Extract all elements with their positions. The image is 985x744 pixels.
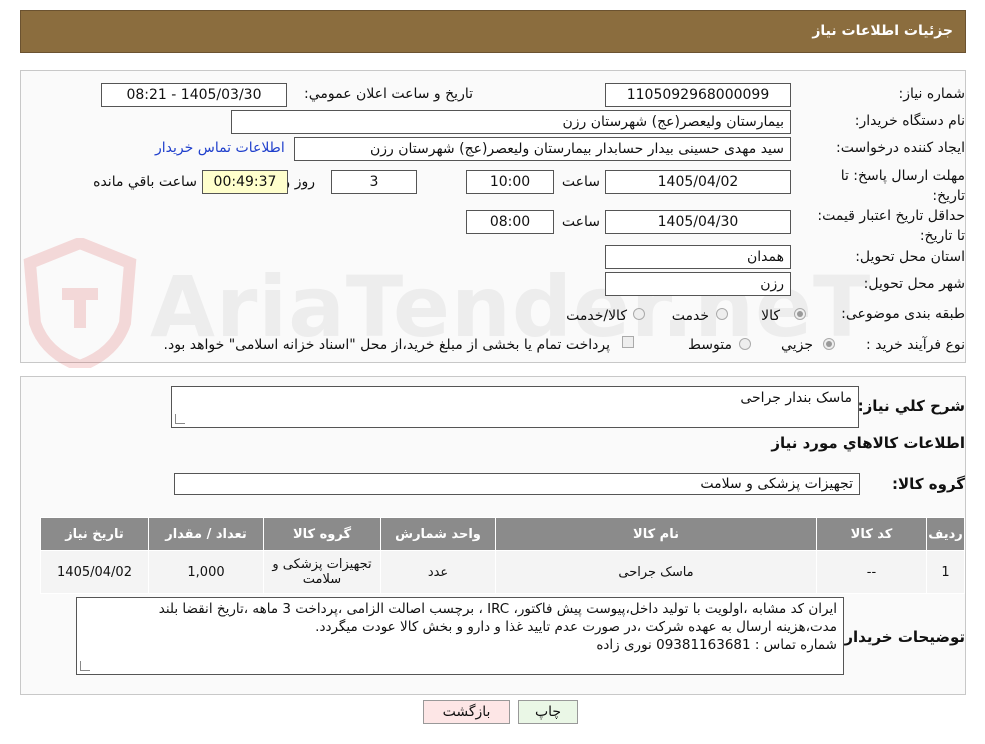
process-medium-label: متوسط	[688, 337, 732, 353]
resize-handle-icon[interactable]	[80, 661, 90, 671]
days-label: روز و	[283, 174, 316, 190]
deadline-label: مهلت ارسال پاسخ: تا تاريخ:	[840, 168, 965, 204]
deadline-date-field: 1405/04/02	[605, 170, 791, 194]
description-field: ماسک بندار جراحی	[171, 386, 859, 428]
buyer-notes-line: شماره تماس : 09381163681 نوری زاده	[596, 637, 837, 653]
province-label: استان محل تحويل:	[855, 249, 965, 265]
cell-name: ماسک جراحی	[495, 550, 817, 594]
need-number-field: 1105092968000099	[605, 83, 791, 107]
resize-handle-icon[interactable]	[175, 414, 185, 424]
buyer-notes-line: مدت،هزینه ارسال به عهده شرکت ،در صورت عد…	[315, 619, 837, 635]
col-date-header: تاريخ نياز	[40, 517, 149, 551]
remaining-time-field: 00:49:37	[202, 170, 288, 194]
days-field: 3	[331, 170, 417, 194]
buyer-contact-link[interactable]: اطلاعات تماس خريدار	[155, 140, 285, 156]
treasury-text: پرداخت تمام يا بخشی از مبلغ خريد،از محل …	[163, 337, 610, 353]
goods-group-label: گروه كالا:	[892, 475, 965, 493]
treasury-checkbox[interactable]	[622, 336, 634, 348]
validity-date-field: 1405/04/30	[605, 210, 791, 234]
buyer-org-field: بیمارستان ولیعصر(عج) شهرستان رزن	[231, 110, 791, 134]
table-header-row: رديف كد كالا نام كالا واحد شمارش گروه كا…	[40, 517, 965, 551]
process-label: نوع فرآيند خريد :	[866, 337, 965, 353]
category-service-label: خدمت	[671, 308, 709, 324]
category-goods-service-label: کالا/خدمت	[566, 308, 627, 324]
goods-info-title: اطلاعات كالاهاي مورد نياز	[771, 434, 965, 452]
process-medium-radio[interactable]	[739, 338, 751, 350]
buyer-org-label: نام دستگاه خريدار:	[854, 113, 965, 129]
validity-time-field: 08:00	[466, 210, 554, 234]
page-header: جزئيات اطلاعات نياز	[20, 10, 966, 53]
category-goods-service-radio[interactable]	[633, 308, 645, 320]
cell-unit: عدد	[380, 550, 496, 594]
cell-date: 1405/04/02	[40, 550, 149, 594]
category-service-radio[interactable]	[716, 308, 728, 320]
need-number-label: شماره نياز:	[898, 86, 966, 102]
deadline-time-field: 10:00	[466, 170, 554, 194]
col-unit-header: واحد شمارش	[380, 517, 496, 551]
process-minor-label: جزيي	[781, 337, 813, 353]
table-row[interactable]: 1 -- ماسک جراحی عدد تجهیزات پزشکی و سلام…	[40, 550, 965, 594]
announce-label: تاريخ و ساعت اعلان عمومي:	[304, 86, 473, 102]
col-code-header: كد كالا	[816, 517, 927, 551]
description-text: ماسک بندار جراحی	[740, 390, 852, 406]
cell-qty: 1,000	[148, 550, 264, 594]
print-button[interactable]: چاپ	[518, 700, 578, 724]
items-table: رديف كد كالا نام كالا واحد شمارش گروه كا…	[40, 517, 965, 594]
back-button[interactable]: بازگشت	[423, 700, 510, 724]
col-qty-header: تعداد / مقدار	[148, 517, 264, 551]
deadline-time-label: ساعت	[561, 174, 600, 190]
col-name-header: نام كالا	[495, 517, 817, 551]
category-goods-radio[interactable]	[794, 308, 806, 320]
category-goods-label: کالا	[761, 308, 780, 324]
process-minor-radio[interactable]	[823, 338, 835, 350]
buyer-notes-label: توضيحات خريدار:	[838, 628, 965, 646]
cell-group: تجهیزات پزشکی و سلامت	[263, 550, 381, 594]
province-field: همدان	[605, 245, 791, 269]
announce-field: 1405/03/30 - 08:21	[101, 83, 287, 107]
validity-label: حداقل تاريخ اعتبار قيمت: تا تاريخ:	[817, 208, 965, 244]
buyer-notes-line: ایران کد مشابه ،اولویت با تولید داخل،پیو…	[158, 601, 837, 617]
goods-group-field: تجهیزات پزشکی و سلامت	[174, 473, 860, 495]
buyer-notes-field: ایران کد مشابه ،اولویت با تولید داخل،پیو…	[76, 597, 844, 675]
category-label: طبقه بندی موضوعی:	[841, 306, 965, 322]
description-label: شرح كلي نياز:	[857, 397, 965, 415]
cell-code: --	[816, 550, 927, 594]
col-group-header: گروه كالا	[263, 517, 381, 551]
creator-field: سید مهدی حسینی بیدار حسابدار بیمارستان و…	[294, 137, 791, 161]
page-title: جزئيات اطلاعات نياز	[812, 23, 953, 39]
col-row-header: رديف	[926, 517, 965, 551]
city-label: شهر محل تحويل:	[863, 276, 965, 292]
validity-time-label: ساعت	[561, 214, 600, 230]
city-field: رزن	[605, 272, 791, 296]
cell-row: 1	[926, 550, 965, 594]
remaining-label: ساعت باقي مانده	[93, 174, 197, 190]
creator-label: ايجاد کننده درخواست:	[836, 140, 965, 156]
